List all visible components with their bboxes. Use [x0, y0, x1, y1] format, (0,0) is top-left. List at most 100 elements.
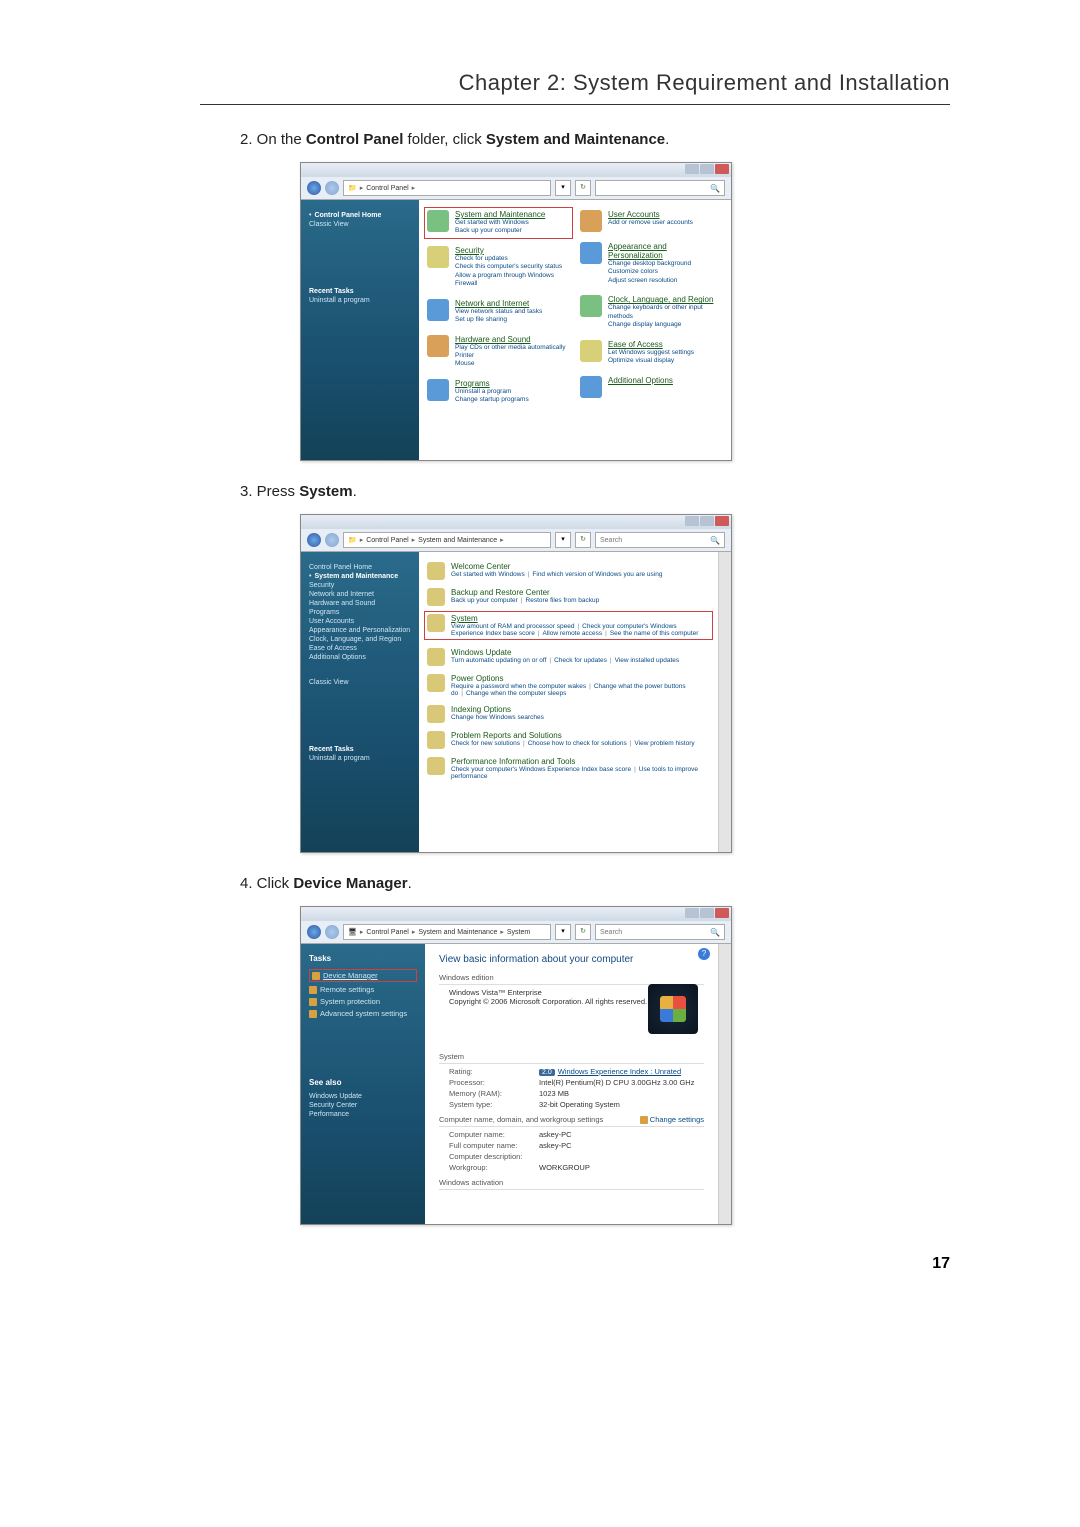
category-sublink[interactable]: Back up your computer [455, 227, 545, 235]
back-button[interactable] [307, 925, 321, 939]
item-sublinks[interactable]: Check your computer's Windows Experience… [451, 766, 710, 780]
refresh-button[interactable]: ↻ [575, 924, 591, 940]
sidebar-item[interactable]: Clock, Language, and Region [309, 636, 411, 643]
task-advanced-system-settings[interactable]: Advanced system settings [309, 1009, 417, 1018]
category-network-and-internet[interactable]: Network and InternetView network status … [427, 299, 570, 325]
category-sublink[interactable]: Get started with Windows [455, 219, 545, 227]
category-system-and-maintenance[interactable]: System and MaintenanceGet started with W… [424, 207, 573, 239]
forward-button[interactable] [325, 925, 339, 939]
sidebar-item[interactable]: Additional Options [309, 654, 411, 661]
sidebar-item[interactable]: Control Panel Home [309, 564, 411, 571]
forward-button[interactable] [325, 181, 339, 195]
category-sublink[interactable]: Uninstall a program [455, 388, 529, 396]
item-sublinks[interactable]: View amount of RAM and processor speed|C… [451, 623, 710, 637]
help-icon[interactable]: ? [698, 948, 710, 960]
sm-item-indexing-options[interactable]: Indexing OptionsChange how Windows searc… [427, 705, 710, 723]
breadcrumb-dropdown[interactable]: ▾ [555, 532, 571, 548]
category-title[interactable]: Network and Internet [455, 299, 542, 308]
item-sublinks[interactable]: Change how Windows searches [451, 714, 544, 721]
category-title[interactable]: Clock, Language, and Region [608, 295, 723, 304]
category-sublink[interactable]: Adjust screen resolution [608, 277, 723, 285]
scrollbar[interactable] [718, 944, 731, 1224]
see-also-link[interactable]: Performance [309, 1111, 417, 1118]
item-title[interactable]: Problem Reports and Solutions [451, 731, 695, 740]
category-title[interactable]: Appearance and Personalization [608, 242, 723, 260]
recent-task-item[interactable]: Uninstall a program [309, 755, 411, 762]
scrollbar[interactable] [718, 552, 731, 852]
search-input[interactable]: Search🔍 [595, 532, 725, 548]
breadcrumb[interactable]: 🖥 ▸ Control Panel ▸ System and Maintenan… [343, 924, 551, 940]
category-sublink[interactable]: Change keyboards or other input methods [608, 304, 723, 321]
minimize-button[interactable] [685, 908, 699, 918]
breadcrumb-dropdown[interactable]: ▾ [555, 180, 571, 196]
category-title[interactable]: System and Maintenance [455, 210, 545, 219]
close-button[interactable] [715, 908, 729, 918]
item-sublinks[interactable]: Require a password when the computer wak… [451, 683, 710, 697]
see-also-link[interactable]: Windows Update [309, 1093, 417, 1100]
category-title[interactable]: Additional Options [608, 376, 673, 385]
recent-task-item[interactable]: Uninstall a program [309, 297, 411, 304]
category-sublink[interactable]: Mouse [455, 360, 566, 368]
category-sublink[interactable]: Customize colors [608, 268, 723, 276]
item-title[interactable]: System [451, 614, 710, 623]
breadcrumb[interactable]: 📁 ▸ Control Panel ▸ System and Maintenan… [343, 532, 551, 548]
item-title[interactable]: Indexing Options [451, 705, 544, 714]
close-button[interactable] [715, 164, 729, 174]
sm-item-performance-information-and-tools[interactable]: Performance Information and ToolsCheck y… [427, 757, 710, 780]
category-sublink[interactable]: Change display language [608, 321, 723, 329]
sm-item-power-options[interactable]: Power OptionsRequire a password when the… [427, 674, 710, 697]
item-sublinks[interactable]: Turn automatic updating on or off|Check … [451, 657, 679, 664]
category-sublink[interactable]: Let Windows suggest settings [608, 349, 694, 357]
category-sublink[interactable]: View network status and tasks [455, 308, 542, 316]
category-ease-of-access[interactable]: Ease of AccessLet Windows suggest settin… [580, 340, 723, 366]
item-title[interactable]: Performance Information and Tools [451, 757, 710, 766]
search-input[interactable]: 🔍 [595, 180, 725, 196]
refresh-button[interactable]: ↻ [575, 532, 591, 548]
item-title[interactable]: Welcome Center [451, 562, 662, 571]
sm-item-backup-and-restore-center[interactable]: Backup and Restore CenterBack up your co… [427, 588, 710, 606]
category-sublink[interactable]: Check for updates [455, 255, 570, 263]
close-button[interactable] [715, 516, 729, 526]
search-input[interactable]: Search🔍 [595, 924, 725, 940]
minimize-button[interactable] [685, 516, 699, 526]
item-sublinks[interactable]: Back up your computer|Restore files from… [451, 597, 599, 604]
minimize-button[interactable] [685, 164, 699, 174]
sidebar-home[interactable]: •Control Panel Home [309, 212, 411, 219]
item-title[interactable]: Power Options [451, 674, 710, 683]
task-system-protection[interactable]: System protection [309, 997, 417, 1006]
sm-item-system[interactable]: SystemView amount of RAM and processor s… [424, 611, 713, 640]
category-sublink[interactable]: Change startup programs [455, 396, 529, 404]
category-sublink[interactable]: Set up file sharing [455, 316, 542, 324]
category-programs[interactable]: ProgramsUninstall a programChange startu… [427, 379, 570, 405]
category-sublink[interactable]: Check this computer's security status [455, 263, 570, 271]
category-title[interactable]: Hardware and Sound [455, 335, 566, 344]
sidebar-item[interactable]: Ease of Access [309, 645, 411, 652]
category-security[interactable]: SecurityCheck for updatesCheck this comp… [427, 246, 570, 289]
category-title[interactable]: Ease of Access [608, 340, 694, 349]
back-button[interactable] [307, 181, 321, 195]
refresh-button[interactable]: ↻ [575, 180, 591, 196]
maximize-button[interactable] [700, 164, 714, 174]
category-sublink[interactable]: Optimize visual display [608, 357, 694, 365]
item-sublinks[interactable]: Get started with Windows|Find which vers… [451, 571, 662, 578]
see-also-link[interactable]: Security Center [309, 1102, 417, 1109]
task-remote-settings[interactable]: Remote settings [309, 985, 417, 994]
back-button[interactable] [307, 533, 321, 547]
sidebar-classic-view[interactable]: Classic View [309, 221, 411, 228]
sidebar-item[interactable]: User Accounts [309, 618, 411, 625]
breadcrumb-dropdown[interactable]: ▾ [555, 924, 571, 940]
sidebar-item[interactable]: Hardware and Sound [309, 600, 411, 607]
item-title[interactable]: Windows Update [451, 648, 679, 657]
sm-item-welcome-center[interactable]: Welcome CenterGet started with Windows|F… [427, 562, 710, 580]
sidebar-classic-view[interactable]: Classic View [309, 679, 411, 686]
sidebar-item[interactable]: •System and Maintenance [309, 573, 411, 580]
category-hardware-and-sound[interactable]: Hardware and SoundPlay CDs or other medi… [427, 335, 570, 369]
breadcrumb[interactable]: 📁 ▸ Control Panel ▸ [343, 180, 551, 196]
sm-item-problem-reports-and-solutions[interactable]: Problem Reports and SolutionsCheck for n… [427, 731, 710, 749]
category-sublink[interactable]: Printer [455, 352, 566, 360]
category-title[interactable]: Security [455, 246, 570, 255]
sm-item-windows-update[interactable]: Windows UpdateTurn automatic updating on… [427, 648, 710, 666]
category-sublink[interactable]: Play CDs or other media automatically [455, 344, 566, 352]
sidebar-item[interactable]: Network and Internet [309, 591, 411, 598]
category-user-accounts[interactable]: User AccountsAdd or remove user accounts [580, 210, 723, 232]
